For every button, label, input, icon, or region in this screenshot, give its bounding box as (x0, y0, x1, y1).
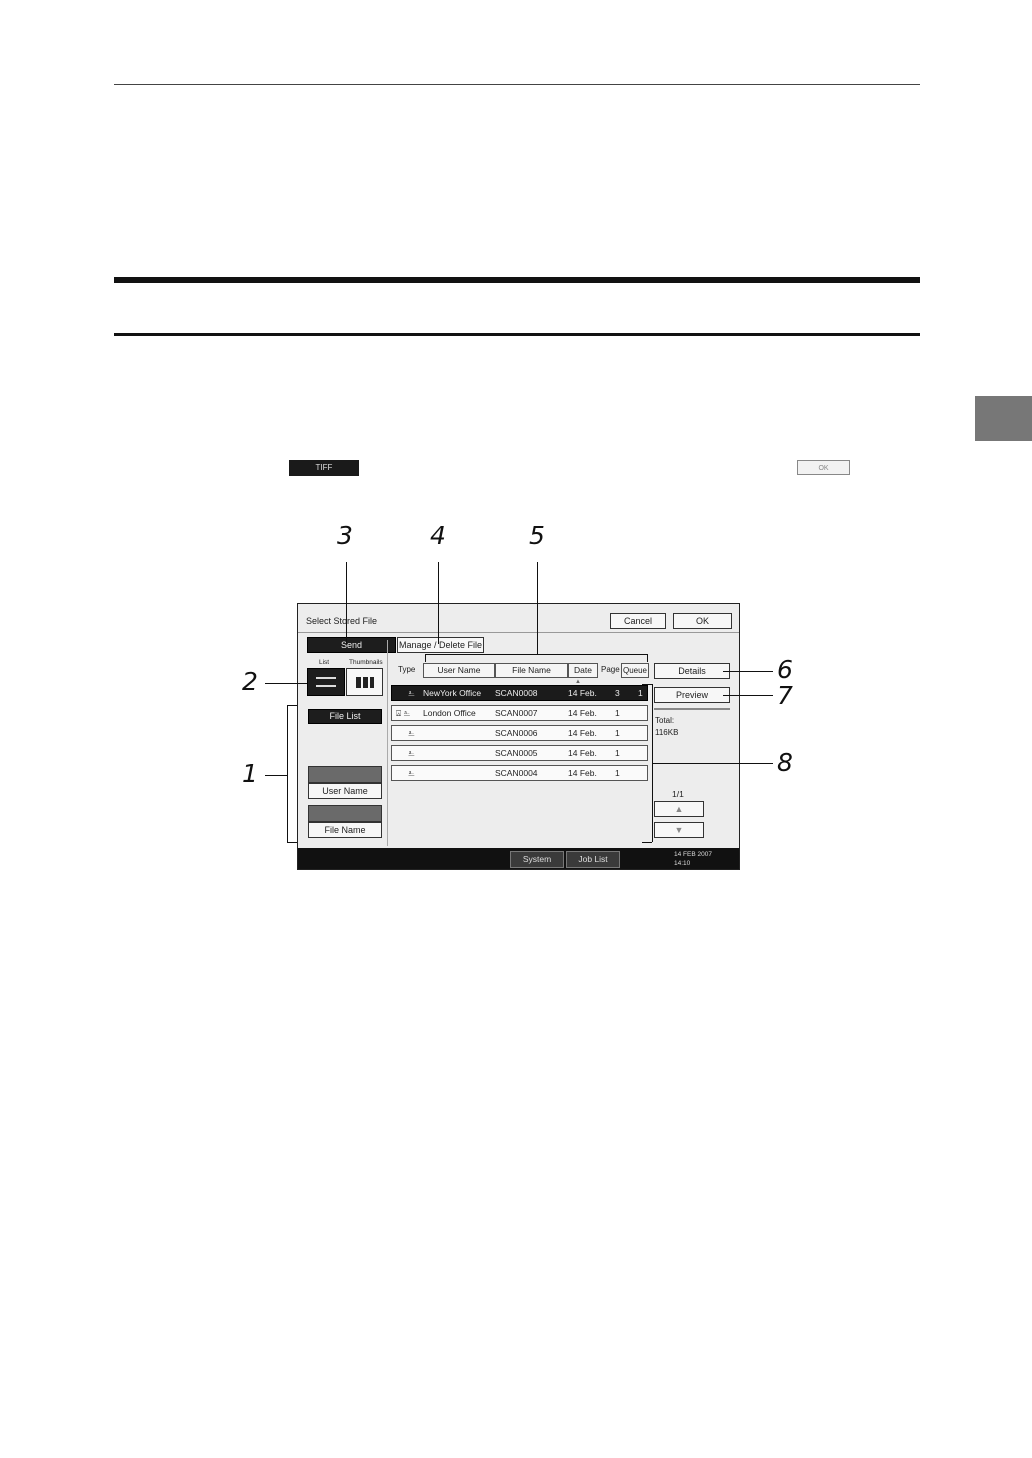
table-row[interactable]: ⎁ NewYork Office SCAN0008 14 Feb. 3 1 (391, 685, 648, 701)
sort-date-button[interactable]: Date (568, 663, 598, 678)
preview-button[interactable]: Preview (654, 687, 730, 703)
list-icon (316, 677, 336, 687)
chapter-tab (975, 396, 1032, 441)
list-view-button[interactable] (307, 668, 345, 696)
bracket-1-top (287, 705, 297, 706)
bracket-1-bottom (287, 842, 297, 843)
section-rule-top (114, 277, 920, 283)
table-row[interactable]: ⎁ SCAN0005 14 Feb. 1 (391, 745, 648, 761)
inline-ok-button: OK (797, 460, 850, 475)
section-rule-bottom (114, 333, 920, 336)
callout-8: 8 (777, 748, 793, 777)
user-name-search-button[interactable]: User Name (308, 783, 382, 799)
page-indicator: 1/1 (672, 789, 684, 799)
scroll-up-button[interactable]: ▲ (654, 801, 704, 817)
scanner-icon: ⎁ (408, 748, 415, 758)
row-file-name: SCAN0007 (495, 708, 538, 718)
inline-tiff-button: TIFF (289, 460, 359, 476)
leader-7 (723, 695, 773, 696)
details-button[interactable]: Details (654, 663, 730, 679)
callout-7: 7 (777, 681, 793, 710)
row-file-name: SCAN0006 (495, 728, 538, 738)
ok-button[interactable]: OK (673, 613, 732, 629)
tab-send[interactable]: Send (307, 637, 396, 653)
sort-file-name-button[interactable]: File Name (495, 663, 568, 678)
row-page: 1 (615, 728, 620, 738)
callout-3: 3 (337, 521, 353, 550)
column-page-label: Page (601, 665, 620, 674)
scanner-icon: ⎁ (408, 768, 415, 778)
leader-8 (652, 763, 773, 764)
row-file-name: SCAN0008 (495, 688, 538, 698)
header-rule (114, 84, 920, 85)
scanner-icon: ⎁ (408, 728, 415, 738)
row-date: 14 Feb. (568, 688, 597, 698)
list-view-label: List (319, 659, 330, 666)
row-user-name: London Office (423, 708, 476, 718)
row-file-name: SCAN0004 (495, 768, 538, 778)
leader-3 (346, 562, 347, 644)
row-page: 1 (615, 748, 620, 758)
row-date: 14 Feb. (568, 748, 597, 758)
row-page: 1 (615, 708, 620, 718)
job-list-button[interactable]: Job List (566, 851, 620, 868)
bracket-8-top (642, 684, 652, 685)
cancel-button[interactable]: Cancel (610, 613, 666, 629)
right-panel-divider (654, 708, 730, 710)
leader-5 (537, 562, 538, 654)
callout-5: 5 (529, 521, 545, 550)
callout-2: 2 (242, 667, 258, 696)
file-name-search-field[interactable] (308, 805, 382, 822)
callout-4: 4 (430, 521, 446, 550)
bracket-1-spine (287, 705, 288, 843)
row-user-name: NewYork Office (423, 688, 482, 698)
row-queue: 1 (638, 688, 643, 698)
file-list-button[interactable]: File List (308, 709, 382, 724)
screen-title: Select Stored File (306, 616, 378, 626)
scanner-icon: ⎁ (408, 688, 415, 698)
grid-icon (355, 677, 374, 688)
scroll-down-button[interactable]: ▼ (654, 822, 704, 838)
leader-6 (723, 671, 773, 672)
panel-divider (387, 640, 388, 846)
callout-6: 6 (777, 655, 793, 684)
sort-queue-button[interactable]: Queue (621, 663, 649, 678)
table-row[interactable]: ⍓ ⎁ London Office SCAN0007 14 Feb. 1 (391, 705, 648, 721)
row-page: 3 (615, 688, 620, 698)
title-divider (298, 632, 739, 633)
row-file-name: SCAN0005 (495, 748, 538, 758)
system-status-button[interactable]: System Status (510, 851, 564, 868)
bracket-5-left (425, 654, 426, 662)
row-date: 14 Feb. (568, 768, 597, 778)
leader-1 (265, 775, 287, 776)
status-time: 14:10 (674, 860, 691, 867)
table-row[interactable]: ⎁ SCAN0004 14 Feb. 1 (391, 765, 648, 781)
device-screen: Select Stored File Cancel OK Send Manage… (297, 603, 740, 870)
thumbnails-view-label: Thumbnails (349, 659, 383, 666)
leader-4 (438, 562, 439, 644)
sort-user-name-button[interactable]: User Name (423, 663, 495, 678)
leader-2 (265, 683, 307, 684)
bracket-5-right (647, 654, 648, 662)
status-bar: System Status Job List 14 FEB 2007 14:10 (298, 848, 739, 869)
tab-manage-delete[interactable]: Manage / Delete File (397, 637, 484, 653)
row-date: 14 Feb. (568, 708, 597, 718)
column-type-label: Type (398, 665, 416, 674)
status-date: 14 FEB 2007 (674, 851, 712, 858)
total-label: Total: (655, 716, 675, 725)
table-row[interactable]: ⎁ SCAN0006 14 Feb. 1 (391, 725, 648, 741)
row-page: 1 (615, 768, 620, 778)
bracket-5-top (425, 654, 647, 655)
total-size: 116KB (655, 728, 679, 737)
row-date: 14 Feb. (568, 728, 597, 738)
callout-1: 1 (242, 759, 258, 788)
thumbnails-view-button[interactable] (346, 668, 383, 696)
bracket-8-bottom (642, 842, 652, 843)
file-name-search-button[interactable]: File Name (308, 822, 382, 838)
user-name-search-field[interactable] (308, 766, 382, 783)
lock-scanner-icon: ⍓ ⎁ (396, 708, 411, 718)
